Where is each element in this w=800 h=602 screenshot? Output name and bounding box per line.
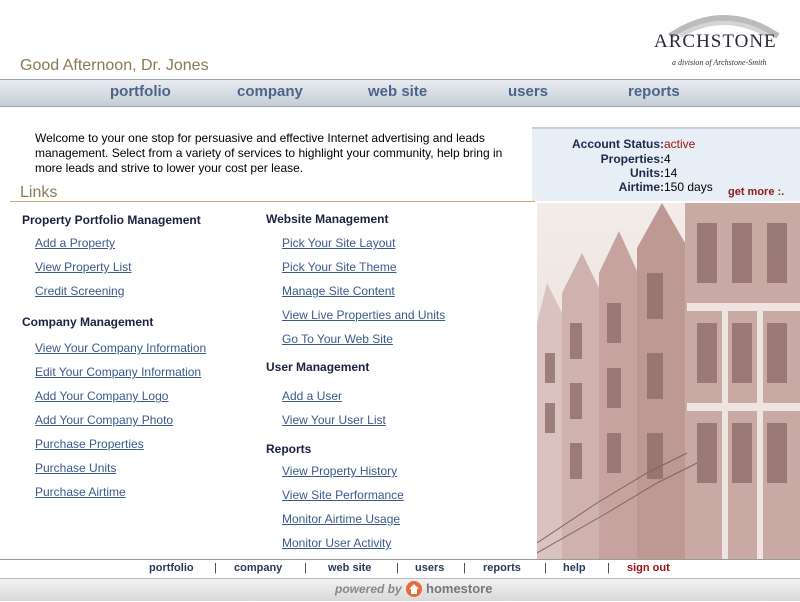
footer-separator: | <box>214 562 217 574</box>
airtime-label: Airtime: <box>618 180 664 194</box>
add-property-link[interactable]: Add a Property <box>35 236 115 250</box>
monitor-user-activity-link[interactable]: Monitor User Activity <box>282 536 391 550</box>
nav-users[interactable]: users <box>508 83 548 100</box>
nav-portfolio[interactable]: portfolio <box>110 83 171 100</box>
purchase-airtime-link[interactable]: Purchase Airtime <box>35 485 126 499</box>
nav-company[interactable]: company <box>237 83 303 100</box>
view-property-history-link[interactable]: View Property History <box>282 464 397 478</box>
view-company-info-link[interactable]: View Your Company Information <box>35 341 206 355</box>
view-user-list-link[interactable]: View Your User List <box>282 413 386 427</box>
nav-web-site[interactable]: web site <box>368 83 427 100</box>
welcome-text: Welcome to your one stop for persuasive … <box>35 131 503 175</box>
go-to-web-site-link[interactable]: Go To Your Web Site <box>282 332 393 346</box>
main-nav: portfolio company web site users reports <box>0 79 800 107</box>
company-section-title: Company Management <box>22 315 154 329</box>
monitor-airtime-link[interactable]: Monitor Airtime Usage <box>282 512 400 526</box>
logo-wordmark: ARCHSTONE <box>654 31 777 52</box>
add-user-link[interactable]: Add a User <box>282 389 342 403</box>
airtime-value: 150 days <box>664 180 713 194</box>
powered-by-bar: powered by homestore <box>0 578 800 601</box>
footer-web-site[interactable]: web site <box>328 562 371 574</box>
footer-separator: | <box>544 562 547 574</box>
greeting: Good Afternoon, Dr. Jones <box>20 57 209 74</box>
view-site-performance-link[interactable]: View Site Performance <box>282 488 404 502</box>
links-title: Links <box>20 184 58 201</box>
portfolio-section-title: Property Portfolio Management <box>22 213 201 227</box>
nav-reports[interactable]: reports <box>628 83 680 100</box>
footer-separator: | <box>396 562 399 574</box>
footer-separator: | <box>463 562 466 574</box>
edit-company-info-link[interactable]: Edit Your Company Information <box>35 365 201 379</box>
footer-separator: | <box>304 562 307 574</box>
add-company-photo-link[interactable]: Add Your Company Photo <box>35 413 173 427</box>
pick-site-layout-link[interactable]: Pick Your Site Layout <box>282 236 395 250</box>
properties-value: 4 <box>664 152 671 166</box>
account-status-value: active <box>664 137 696 151</box>
pick-site-theme-link[interactable]: Pick Your Site Theme <box>282 260 397 274</box>
footer-reports[interactable]: reports <box>483 562 521 574</box>
get-more-link[interactable]: get more :. <box>728 186 784 198</box>
footer-help[interactable]: help <box>563 562 586 574</box>
account-status-label: Account Status: <box>571 137 664 151</box>
footer-company[interactable]: company <box>234 562 282 574</box>
links-divider <box>10 201 535 202</box>
add-company-logo-link[interactable]: Add Your Company Logo <box>35 389 168 403</box>
reports-section-title: Reports <box>266 442 312 456</box>
homestore-house-icon <box>406 581 422 597</box>
logo-subtitle: a division of Archstone-Smith <box>672 58 767 67</box>
footer-sign-out[interactable]: sign out <box>627 562 670 574</box>
view-property-list-link[interactable]: View Property List <box>35 260 132 274</box>
purchase-units-link[interactable]: Purchase Units <box>35 461 116 475</box>
view-live-properties-link[interactable]: View Live Properties and Units <box>282 308 445 322</box>
footer-nav: portfolio | company | web site | users |… <box>0 559 800 578</box>
users-section-title: User Management <box>266 360 370 374</box>
powered-by-text: powered by <box>335 582 402 596</box>
credit-screening-link[interactable]: Credit Screening <box>35 284 124 298</box>
footer-portfolio[interactable]: portfolio <box>149 562 194 574</box>
archstone-logo[interactable]: ARCHSTONE a division of Archstone-Smith <box>650 8 798 72</box>
website-section-title: Website Management <box>266 212 389 226</box>
units-label: Units: <box>630 166 664 180</box>
footer-users[interactable]: users <box>415 562 444 574</box>
row-houses-photo <box>537 203 800 559</box>
manage-site-content-link[interactable]: Manage Site Content <box>282 284 395 298</box>
units-value: 14 <box>664 166 678 180</box>
purchase-properties-link[interactable]: Purchase Properties <box>35 437 144 451</box>
homestore-logo[interactable]: homestore <box>426 581 492 596</box>
footer-separator: | <box>607 562 610 574</box>
properties-label: Properties: <box>600 152 664 166</box>
